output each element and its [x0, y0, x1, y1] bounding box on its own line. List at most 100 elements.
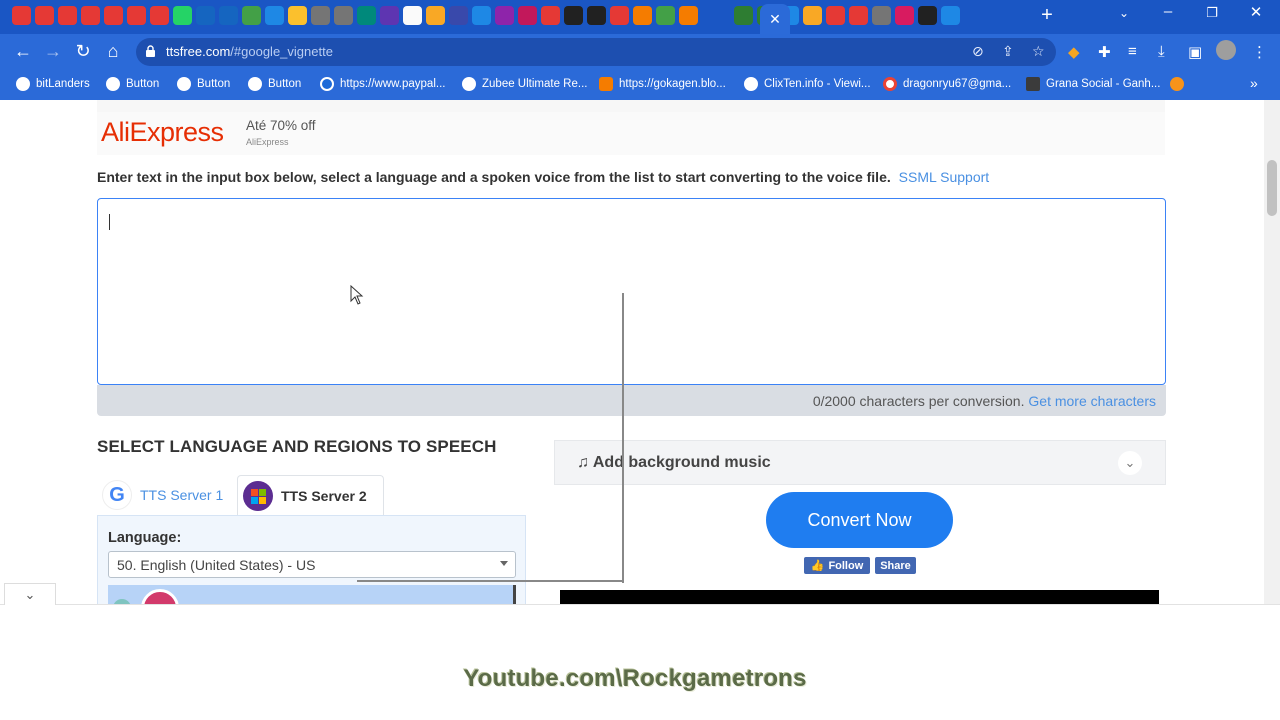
char-counter: 0/2000 characters per conversion. Get mo…: [813, 393, 1156, 409]
tab-favicon-icon[interactable]: [150, 6, 169, 25]
tab-favicon-icon[interactable]: [127, 6, 146, 25]
tab-favicon-icon[interactable]: [541, 6, 560, 25]
tab-favicon-icon[interactable]: [656, 6, 675, 25]
tab-favicon-icon[interactable]: [196, 6, 215, 25]
profile-avatar[interactable]: [1216, 40, 1236, 60]
download-icon[interactable]: ⤓: [1158, 43, 1165, 60]
tab-favicon-icon[interactable]: [610, 6, 629, 25]
tab-favicon-icon[interactable]: [311, 6, 330, 25]
tab-favicon-icon[interactable]: [357, 6, 376, 25]
facebook-follow-button[interactable]: 👍 Follow: [804, 557, 870, 574]
back-icon[interactable]: ←: [12, 41, 34, 62]
media-icon[interactable]: ≡: [1128, 43, 1137, 60]
video-player[interactable]: [560, 590, 1159, 605]
tab-favicon-icon[interactable]: [495, 6, 514, 25]
tab-favicon-icon[interactable]: [265, 6, 284, 25]
tab-favicon-icon[interactable]: [564, 6, 583, 25]
bookmark-item[interactable]: [1170, 77, 1184, 91]
tab-favicon-icon[interactable]: [403, 6, 422, 25]
bookmark-item[interactable]: https://www.paypal...: [320, 77, 445, 91]
background-music-toggle[interactable]: ♫ Add background music ⌄: [554, 440, 1166, 485]
bookmark-item[interactable]: Zubee Ultimate Re...: [462, 77, 587, 91]
language-select[interactable]: 50. English (United States) - US: [108, 551, 516, 578]
bottom-bar: ⌄ Youtube.com\Rockgametrons: [0, 583, 1280, 720]
tab-favicon-icon[interactable]: [472, 6, 491, 25]
text-input[interactable]: [97, 198, 1166, 385]
facebook-share-button[interactable]: Share: [875, 557, 916, 574]
convert-now-button[interactable]: Convert Now: [766, 492, 953, 548]
lock-icon: [146, 45, 155, 57]
tab-favicon-icon[interactable]: [81, 6, 100, 25]
tab-favicon-icon[interactable]: [895, 6, 914, 25]
scrollbar[interactable]: [1264, 100, 1280, 610]
tab-favicon-icon[interactable]: [633, 6, 652, 25]
music-title: ♫ Add background music: [577, 454, 771, 471]
tab-favicon-icon[interactable]: [380, 6, 399, 25]
close-window-icon[interactable]: ✕: [1244, 3, 1268, 21]
ad-banner-top: [97, 100, 1165, 112]
bookmark-item[interactable]: Button: [106, 77, 159, 91]
tab-label: TTS Server 2: [281, 488, 367, 504]
active-tab-close-icon[interactable]: ✕: [760, 4, 790, 34]
bookmark-item[interactable]: Button: [248, 77, 301, 91]
tab-favicon-icon[interactable]: [288, 6, 307, 25]
bookmark-item[interactable]: ClixTen.info - Viewi...: [744, 77, 871, 91]
address-bar[interactable]: ttsfree.com/#google_vignette ⊘ ⇪ ☆: [136, 38, 1056, 66]
bookmark-item[interactable]: Button: [177, 77, 230, 91]
bookmark-item[interactable]: dragonryu67@gma...: [883, 77, 1011, 91]
tab-favicon-icon[interactable]: [941, 6, 960, 25]
tab-favicon-icon[interactable]: [242, 6, 261, 25]
more-bookmarks-icon[interactable]: »: [1250, 75, 1258, 91]
tab-favicon-icon[interactable]: [104, 6, 123, 25]
reload-icon[interactable]: ↻: [72, 41, 94, 62]
metamask-icon[interactable]: ◆: [1068, 43, 1080, 61]
bookmark-item[interactable]: https://gokagen.blo...: [599, 77, 726, 91]
ssml-support-link[interactable]: SSML Support: [899, 169, 990, 185]
side-panel-icon[interactable]: ▣: [1188, 43, 1202, 61]
extensions-icon[interactable]: ✚: [1098, 43, 1111, 61]
share-icon[interactable]: ⇪: [1002, 43, 1014, 60]
tab-search-icon[interactable]: ⌄: [1119, 6, 1129, 20]
star-icon[interactable]: ☆: [1032, 43, 1045, 60]
ad-banner[interactable]: AliExpress Até 70% off AliExpress: [97, 112, 1165, 155]
tab-tts-server-1[interactable]: G TTS Server 1: [97, 475, 235, 515]
overlay-frame-line: [357, 580, 623, 582]
minimize-icon[interactable]: –: [1156, 3, 1180, 20]
text-caret: [109, 214, 110, 230]
tab-favicon-icon[interactable]: [173, 6, 192, 25]
scrollbar-thumb[interactable]: [1267, 160, 1277, 216]
tab-favicon-icon[interactable]: [587, 6, 606, 25]
home-icon[interactable]: ⌂: [102, 41, 124, 62]
tab-tts-server-2[interactable]: TTS Server 2: [237, 475, 384, 516]
tab-favicon-icon[interactable]: [518, 6, 537, 25]
eye-off-icon[interactable]: ⊘: [972, 43, 984, 60]
collapse-chevron-icon[interactable]: ⌄: [4, 583, 56, 605]
tab-favicon-icon[interactable]: [12, 6, 31, 25]
globe-icon: [106, 77, 120, 91]
tab-favicon-icon[interactable]: [35, 6, 54, 25]
get-more-characters-link[interactable]: Get more characters: [1028, 393, 1156, 409]
tab-favicon-icon[interactable]: [849, 6, 868, 25]
tab-favicon-icon[interactable]: [826, 6, 845, 25]
chevron-down-icon[interactable]: ⌄: [1118, 451, 1142, 475]
tab-favicon-icon[interactable]: [449, 6, 468, 25]
tab-favicon-icon[interactable]: [219, 6, 238, 25]
new-tab-button[interactable]: +: [1036, 4, 1058, 27]
menu-icon[interactable]: ⋮: [1252, 43, 1267, 61]
bookmark-item[interactable]: bitLanders: [16, 77, 90, 91]
ad-sub: AliExpress: [246, 137, 289, 147]
tab-favicon-icon[interactable]: [679, 6, 698, 25]
tab-favicon-icon[interactable]: [734, 6, 753, 25]
tab-favicon-icon[interactable]: [918, 6, 937, 25]
bookmark-item[interactable]: Grana Social - Ganh...: [1026, 77, 1160, 91]
watermark-text: Youtube.com\Rockgametrons: [463, 665, 807, 692]
forward-icon[interactable]: →: [42, 41, 64, 62]
counter-bar: 0/2000 characters per conversion. Get mo…: [97, 385, 1166, 416]
aliexpress-logo: AliExpress: [101, 117, 224, 147]
tab-favicon-icon[interactable]: [334, 6, 353, 25]
tab-favicon-icon[interactable]: [58, 6, 77, 25]
tab-favicon-icon[interactable]: [426, 6, 445, 25]
tab-favicon-icon[interactable]: [872, 6, 891, 25]
tab-favicon-icon[interactable]: [803, 6, 822, 25]
restore-icon[interactable]: ❐: [1200, 5, 1224, 21]
